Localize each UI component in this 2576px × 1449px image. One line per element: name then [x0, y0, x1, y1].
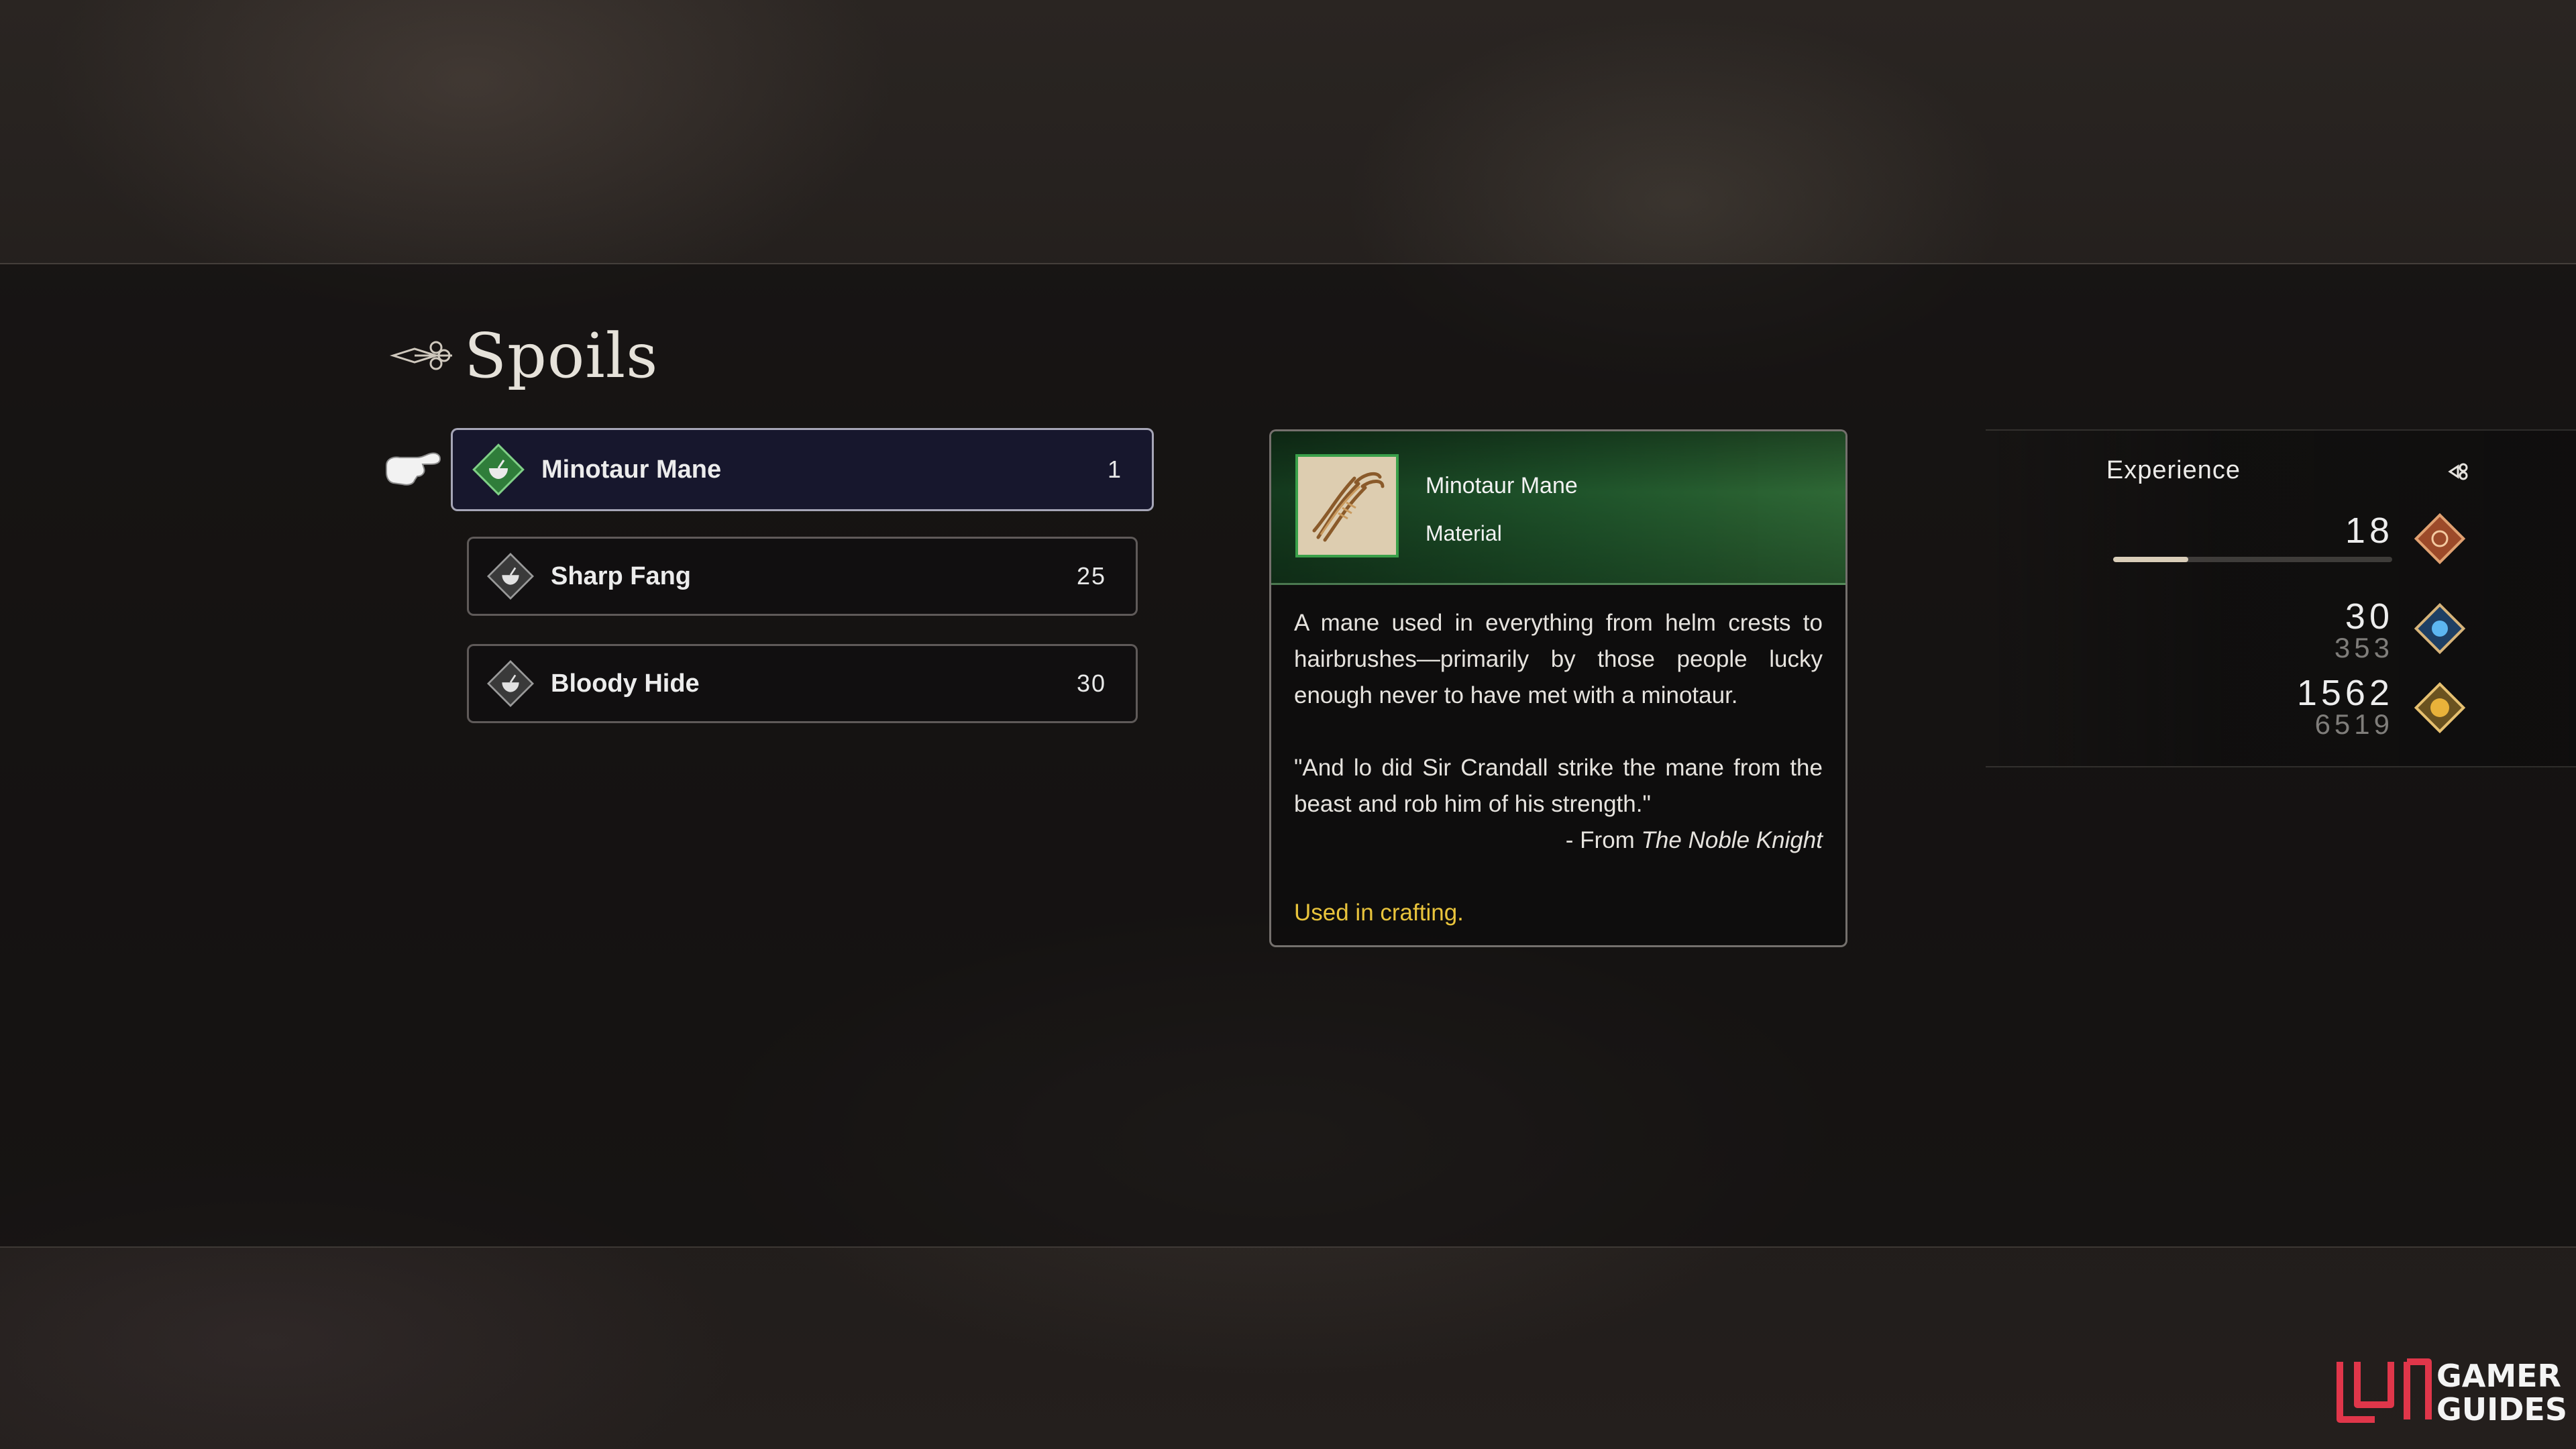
- level-progress-bar: [2113, 557, 2392, 562]
- watermark-line2: GUIDES: [2436, 1391, 2567, 1428]
- experience-panel: [1986, 429, 2576, 767]
- item-detail-type: Material: [1426, 521, 1502, 545]
- ability-gem-icon: [2414, 602, 2466, 655]
- spoils-item-bloody-hide[interactable]: Bloody Hide 30: [467, 644, 1138, 723]
- ability-points-total: 353: [2334, 632, 2394, 663]
- source-title: The Noble Knight: [1641, 827, 1823, 853]
- source-prefix: - From: [1565, 827, 1642, 853]
- gil-total: 6519: [2314, 708, 2394, 740]
- item-count: 1: [1107, 455, 1122, 483]
- rope-icon: [1298, 457, 1396, 555]
- item-label: Sharp Fang: [551, 561, 692, 590]
- material-bowl-icon: [472, 443, 525, 496]
- gil-gem-icon: [2414, 682, 2466, 734]
- experience-label: Experience: [2106, 456, 2241, 484]
- ability-points-gained: 30: [2345, 596, 2394, 637]
- item-label: Bloody Hide: [551, 669, 700, 698]
- item-detail-header: Minotaur Mane Material: [1271, 431, 1845, 585]
- page-title: Spoils: [464, 319, 659, 392]
- item-description: A mane used in everything from helm cres…: [1294, 610, 1823, 708]
- spoils-header: Spoils: [388, 315, 658, 396]
- level-gem-icon: [2414, 513, 2466, 565]
- pointing-hand-icon: [386, 452, 441, 486]
- item-flavor-quote: "And lo did Sir Crandall strike the mane…: [1294, 755, 1823, 817]
- item-flavor-source: - From The Noble Knight: [1294, 822, 1823, 859]
- item-count: 30: [1076, 669, 1106, 697]
- watermark-line1: GAMER: [2436, 1358, 2561, 1394]
- watermark-text: GAMER GUIDES: [2436, 1359, 2567, 1426]
- spoils-item-minotaur-mane[interactable]: Minotaur Mane 1: [451, 428, 1154, 511]
- item-detail-name: Minotaur Mane: [1426, 473, 1578, 498]
- spoils-item-sharp-fang[interactable]: Sharp Fang 25: [467, 537, 1138, 616]
- item-detail-body: A mane used in everything from helm cres…: [1271, 585, 1845, 931]
- level-progress-fill: [2113, 557, 2189, 562]
- fleur-ornament-icon: [389, 341, 452, 370]
- item-thumbnail: [1295, 454, 1399, 557]
- level-value: 18: [2345, 511, 2394, 551]
- item-label: Minotaur Mane: [541, 455, 722, 484]
- item-detail-card: Minotaur Mane Material A mane used in ev…: [1269, 429, 1847, 947]
- fleur-arrow-icon: [2448, 463, 2468, 480]
- material-bowl-icon: [486, 659, 535, 708]
- material-bowl-icon: [486, 552, 535, 600]
- gil-gained: 1562: [2296, 673, 2394, 713]
- item-count: 25: [1076, 562, 1106, 590]
- item-usage-note: Used in crafting.: [1294, 900, 1464, 926]
